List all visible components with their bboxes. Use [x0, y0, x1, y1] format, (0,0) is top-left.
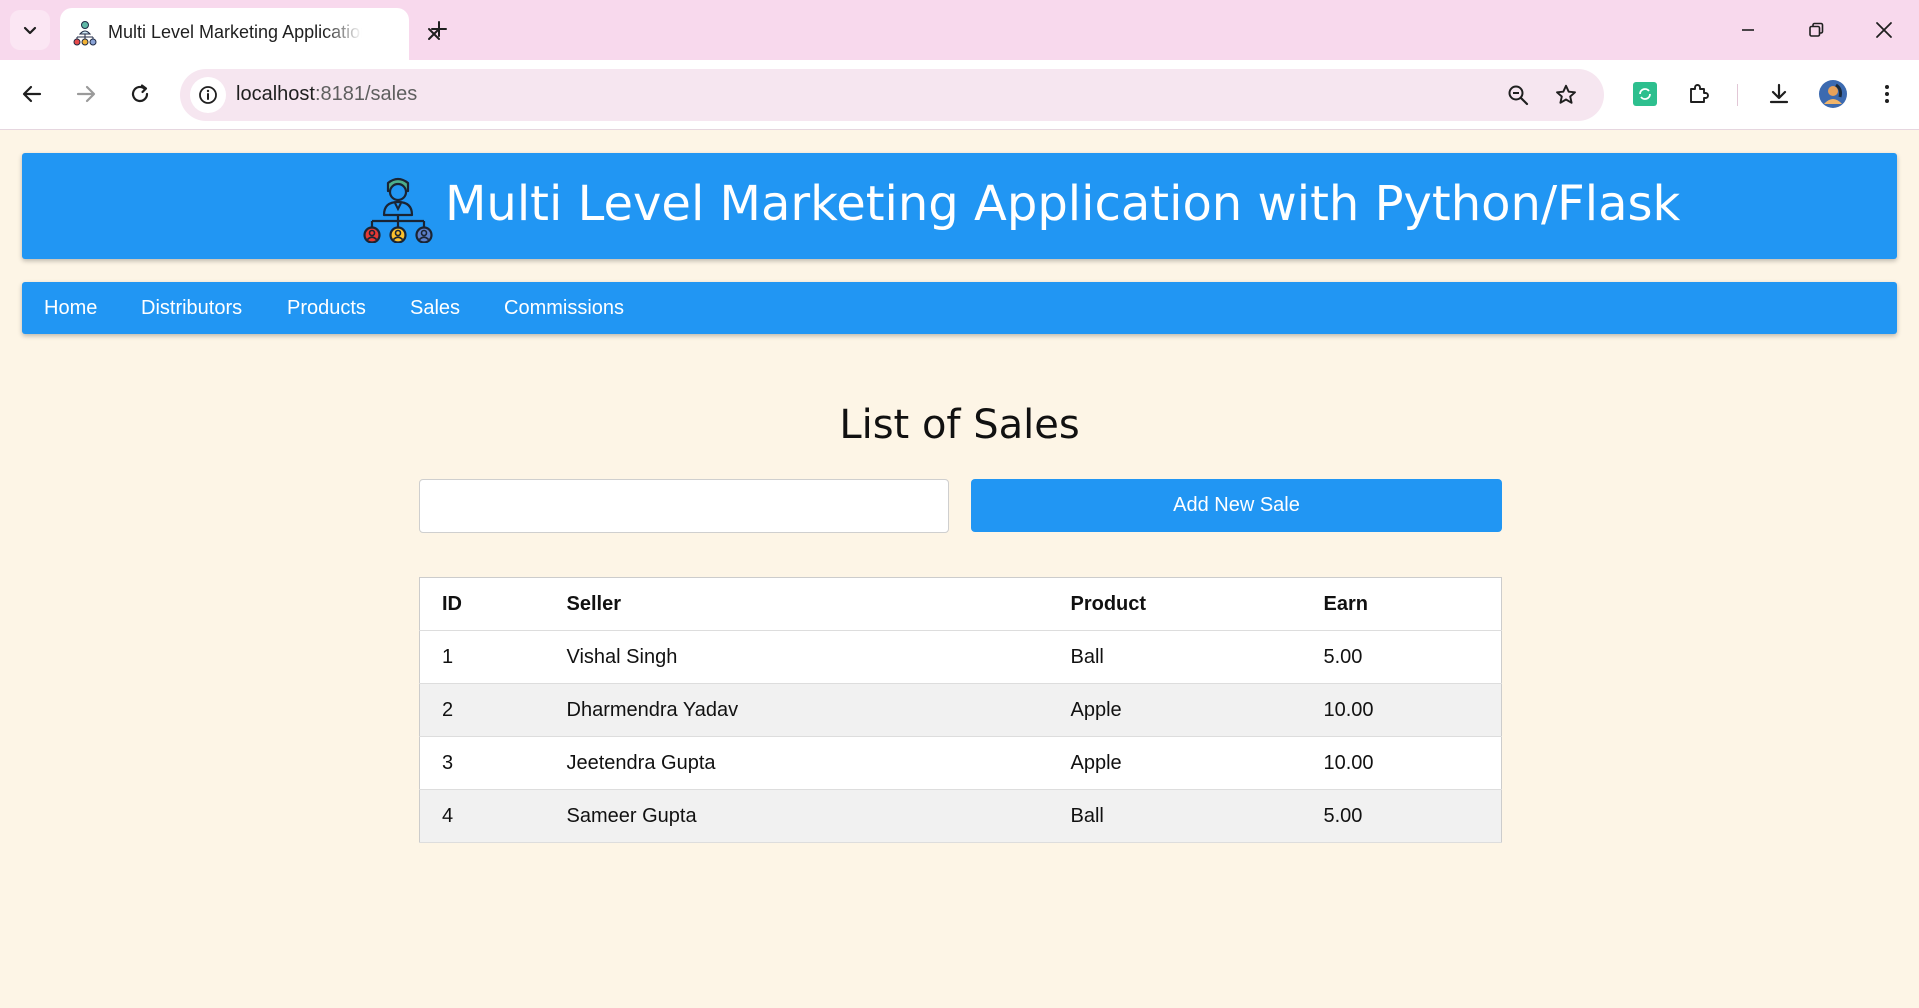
cell-seller: Dharmendra Yadav [544, 683, 1049, 737]
new-tab-button[interactable] [424, 14, 454, 44]
download-icon [1769, 83, 1789, 104]
nav-link-distributors[interactable]: Distributors [141, 282, 242, 334]
reload-button[interactable] [122, 76, 158, 112]
column-header-product: Product [1048, 577, 1302, 631]
close-window-button[interactable] [1866, 12, 1902, 48]
cell-id: 2 [419, 683, 545, 737]
nav-link-home[interactable]: Home [44, 282, 97, 334]
nav-link-commissions[interactable]: Commissions [504, 282, 624, 334]
cell-product: Apple [1048, 683, 1302, 737]
browser-tab-active[interactable]: Multi Level Marketing Application with P… [60, 8, 440, 60]
search-input[interactable] [419, 479, 949, 533]
downloads-button[interactable] [1761, 76, 1797, 112]
cell-seller: Sameer Gupta [544, 789, 1049, 843]
arrow-left-icon [22, 85, 42, 103]
main-navigation: Home Distributors Products Sales Commiss… [22, 282, 1897, 334]
zoom-button[interactable] [1502, 79, 1534, 111]
extension-sync-icon [1633, 82, 1657, 106]
back-button[interactable] [14, 76, 50, 112]
address-bar[interactable]: localhost:8181/sales [180, 69, 1604, 121]
chevron-down-icon [23, 26, 37, 35]
nav-link-sales[interactable]: Sales [410, 282, 460, 334]
star-icon [1556, 84, 1576, 104]
zoom-out-icon [1508, 85, 1529, 106]
column-header-seller: Seller [544, 577, 1049, 631]
app-title: Multi Level Marketing Application with P… [445, 176, 1681, 232]
cell-earn: 10.00 [1301, 736, 1502, 790]
arrow-right-icon [76, 85, 96, 103]
cell-id: 4 [419, 789, 545, 843]
cell-earn: 10.00 [1301, 683, 1502, 737]
url-path: :8181/sales [314, 83, 418, 105]
plus-icon [431, 21, 447, 37]
url-text[interactable]: localhost:8181/sales [236, 83, 417, 106]
table-row: 1 Vishal Singh Ball 5.00 [419, 630, 1502, 684]
extensions-menu-button[interactable] [1681, 76, 1717, 112]
column-header-id: ID [419, 577, 545, 631]
minimize-button[interactable] [1730, 12, 1766, 48]
close-icon [1876, 22, 1892, 38]
extension-button[interactable] [1627, 76, 1663, 112]
nav-link-products[interactable]: Products [287, 282, 366, 334]
tab-title: Multi Level Marketing Application with P… [108, 22, 362, 42]
minimize-icon [1742, 29, 1754, 31]
avatar [1819, 80, 1847, 108]
profile-button[interactable] [1815, 76, 1851, 112]
cell-seller: Jeetendra Gupta [544, 736, 1049, 790]
table-row: 4 Sameer Gupta Ball 5.00 [419, 789, 1502, 843]
toolbar-separator [1737, 84, 1738, 106]
table-row: 2 Dharmendra Yadav Apple 10.00 [419, 683, 1502, 737]
table-row: 3 Jeetendra Gupta Apple 10.00 [419, 736, 1502, 790]
more-vertical-icon [1885, 85, 1889, 103]
forward-button[interactable] [68, 76, 104, 112]
site-info-button[interactable] [190, 77, 226, 113]
browser-tab-bar: Multi Level Marketing Application with P… [0, 0, 1919, 60]
column-header-earn: Earn [1301, 577, 1502, 631]
page-title: List of Sales [839, 402, 1080, 448]
info-icon [199, 86, 217, 104]
add-new-sale-button[interactable]: Add New Sale [971, 479, 1502, 532]
cell-earn: 5.00 [1301, 630, 1502, 684]
app-header: Multi Level Marketing Application with P… [22, 153, 1897, 259]
cell-id: 1 [419, 630, 545, 684]
cell-seller: Vishal Singh [544, 630, 1049, 684]
reload-icon [131, 84, 149, 103]
cell-product: Ball [1048, 630, 1302, 684]
sales-table: ID Seller Product Earn 1 Vishal Singh Ba… [419, 577, 1502, 843]
url-host: localhost [236, 83, 315, 105]
cell-earn: 5.00 [1301, 789, 1502, 843]
hierarchy-people-icon [73, 21, 97, 46]
cell-product: Apple [1048, 736, 1302, 790]
cell-product: Ball [1048, 789, 1302, 843]
bookmark-button[interactable] [1550, 79, 1582, 111]
tab-search-button[interactable] [10, 10, 50, 50]
cell-id: 3 [419, 736, 545, 790]
hierarchy-people-icon [363, 177, 433, 243]
browser-menu-button[interactable] [1869, 76, 1905, 112]
restore-button[interactable] [1798, 12, 1834, 48]
restore-icon [1809, 22, 1824, 37]
table-header-row: ID Seller Product Earn [419, 577, 1502, 631]
browser-toolbar: localhost:8181/sales [0, 60, 1919, 130]
puzzle-piece-icon [1690, 84, 1709, 103]
